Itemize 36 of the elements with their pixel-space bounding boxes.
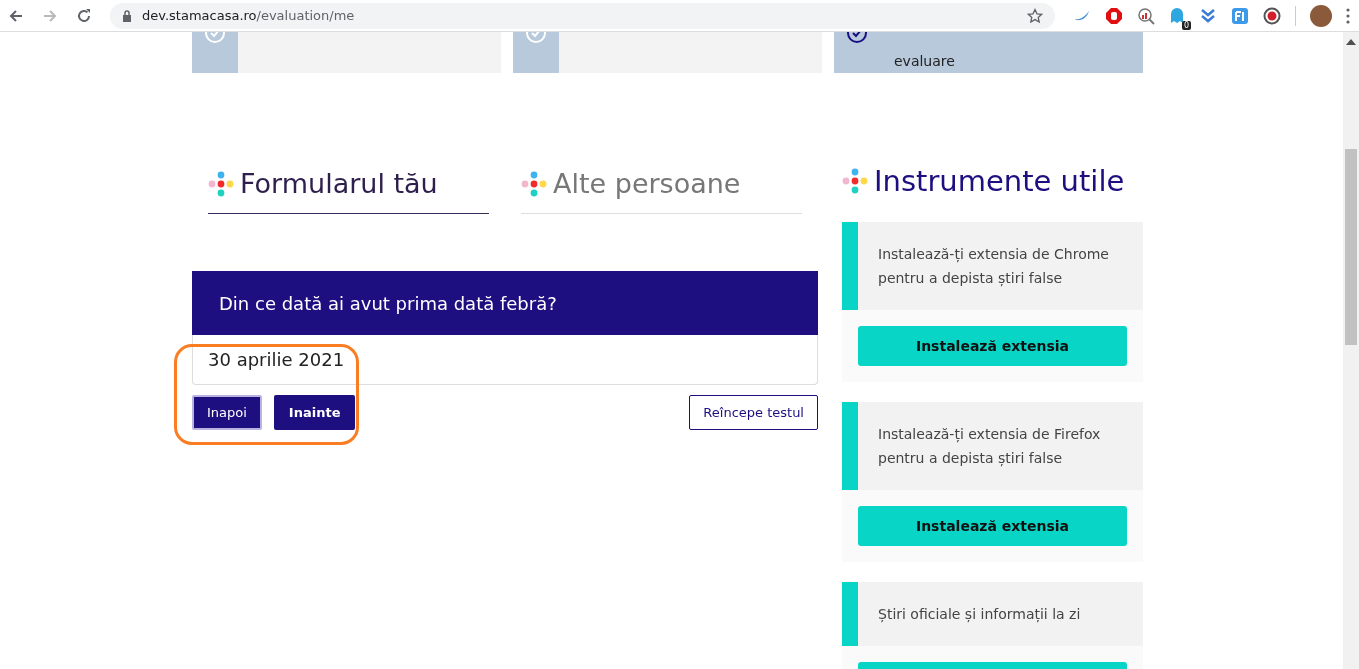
tab[interactable]: Formularul tău [208,168,489,214]
stop-hand-icon[interactable] [1105,6,1123,25]
scroll-up-icon[interactable] [1346,39,1356,45]
install-button[interactable]: Instalează extensia [858,326,1127,366]
menu-icon[interactable] [1346,7,1350,24]
ghost-icon[interactable] [1169,6,1185,25]
tools-heading: Instrumente utile [874,164,1125,198]
step-label: evaluare [893,53,955,71]
restart-button[interactable]: Reîncepe testul [689,395,818,430]
tool-description: Instalează-ți extensia de Chrome pentru a depista știri false [878,245,1110,289]
record-icon[interactable] [1263,6,1281,25]
date-input-field[interactable]: 30 aprilie 2021 [192,335,818,385]
square-extension-icon[interactable] [1231,6,1249,25]
reload-icon[interactable] [76,7,92,24]
lock-icon [122,9,132,22]
question-text: Din ce dată ai avut prima dată febră? [219,292,557,314]
step-card[interactable]: evaluare [834,32,1143,73]
dots-logo-icon [208,170,234,197]
scroll-thumb[interactable] [1345,149,1357,345]
tab[interactable]: Alte persoane [521,168,802,214]
chart-search-icon[interactable] [1137,6,1155,25]
star-icon[interactable] [1027,7,1043,24]
tool-description: Instalează-ți extensia de Firefox pentru a depista știri false [878,425,1102,469]
avatar[interactable] [1310,4,1332,27]
back-icon[interactable] [8,7,24,24]
chevrons-icon[interactable] [1199,6,1217,25]
scrollbar[interactable] [1343,32,1359,669]
install-button[interactable]: Instalează extensia [858,506,1127,546]
address-bar[interactable]: dev.stamacasa.ro/evaluation/me [110,2,1055,29]
url-text: dev.stamacasa.ro/evaluation/me [142,8,356,23]
next-button[interactable]: Inainte [273,395,356,430]
back-button[interactable]: Inapoi [192,395,262,430]
dots-logo-icon [842,168,868,194]
extension-badge: 0 [1181,20,1191,30]
dots-logo-icon [521,170,547,197]
tool-description: Știri oficiale și informații la zi [878,605,1082,625]
